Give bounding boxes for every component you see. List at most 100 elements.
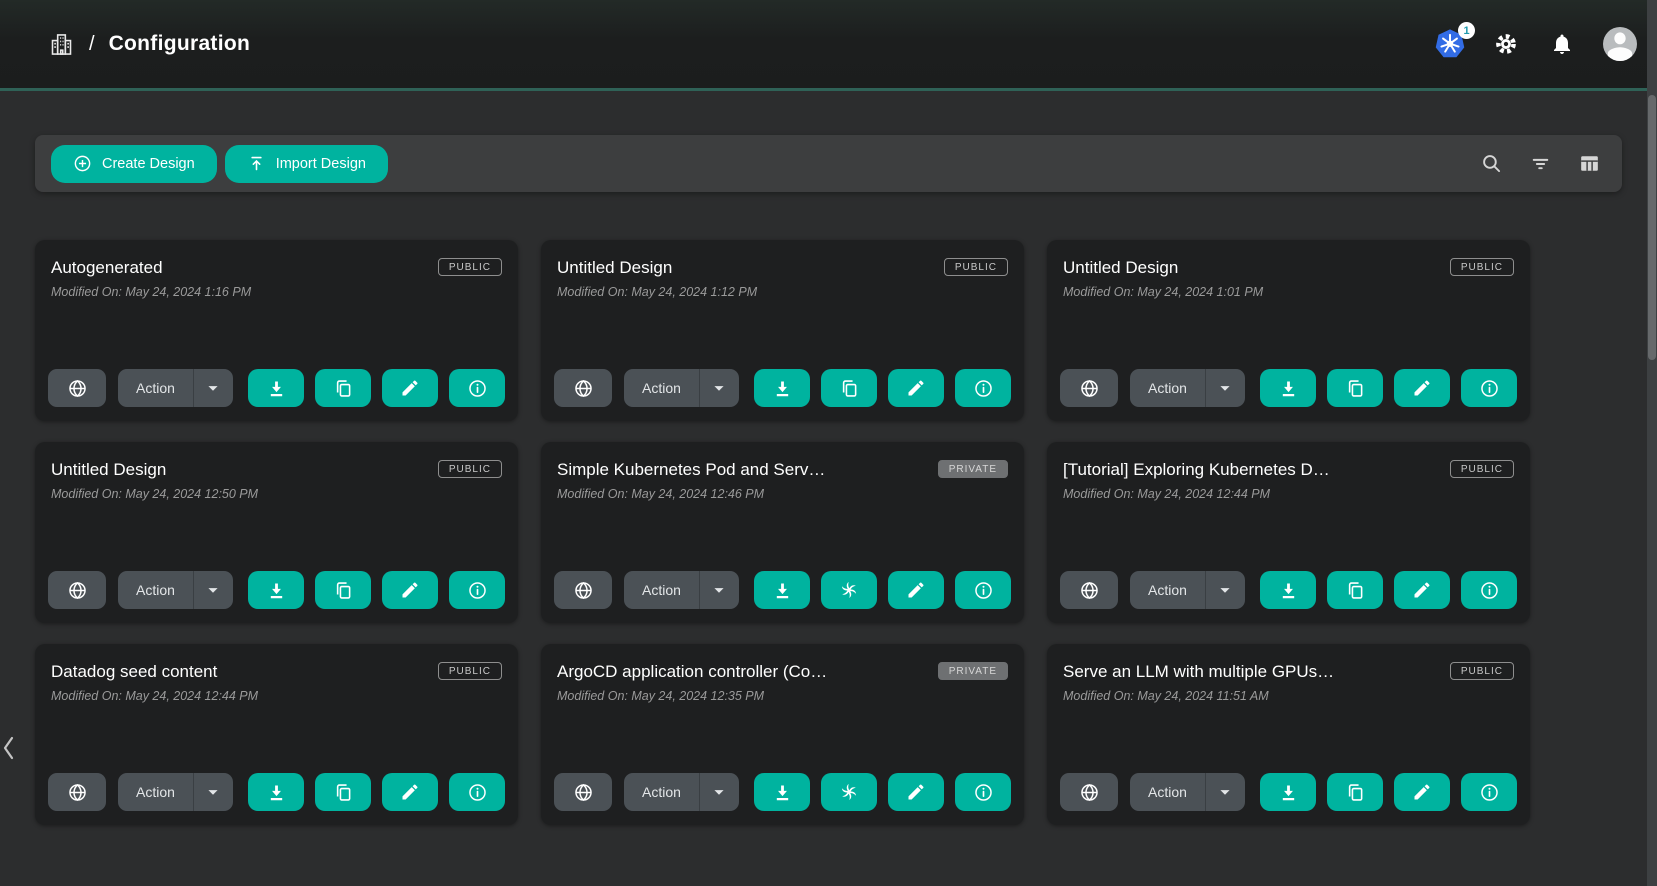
search-button[interactable] — [1476, 149, 1506, 179]
download-button[interactable] — [1260, 773, 1316, 811]
visibility-globe-button[interactable] — [554, 369, 612, 407]
edit-button[interactable] — [382, 571, 438, 609]
visibility-globe-button[interactable] — [48, 571, 106, 609]
edit-button[interactable] — [382, 773, 438, 811]
info-button[interactable] — [449, 571, 505, 609]
chevron-down-icon[interactable] — [194, 369, 233, 407]
modified-on-text: Modified On: May 24, 2024 12:46 PM — [554, 487, 1011, 501]
page-scrollbar[interactable] — [1647, 0, 1657, 886]
action-split-button[interactable]: Action — [118, 571, 233, 609]
scrollbar-thumb[interactable] — [1648, 95, 1656, 360]
globe-icon — [573, 782, 594, 803]
notifications-button[interactable] — [1547, 29, 1577, 59]
design-title: Datadog seed content — [48, 662, 428, 682]
edit-button[interactable] — [888, 773, 944, 811]
download-button[interactable] — [248, 369, 304, 407]
chevron-down-icon[interactable] — [1206, 571, 1245, 609]
action-split-button[interactable]: Action — [1130, 571, 1245, 609]
user-avatar[interactable] — [1603, 27, 1637, 61]
clone-button[interactable] — [315, 571, 371, 609]
action-button[interactable]: Action — [1130, 571, 1206, 609]
action-button[interactable]: Action — [624, 773, 700, 811]
download-icon — [1278, 378, 1299, 399]
info-button[interactable] — [955, 571, 1011, 609]
download-button[interactable] — [754, 369, 810, 407]
chevron-down-icon[interactable] — [700, 773, 739, 811]
clone-button[interactable] — [315, 773, 371, 811]
info-button[interactable] — [1461, 773, 1517, 811]
visibility-globe-button[interactable] — [1060, 773, 1118, 811]
clone-button[interactable] — [821, 369, 877, 407]
download-button[interactable] — [1260, 571, 1316, 609]
settings-button[interactable] — [1491, 29, 1521, 59]
clone-button[interactable] — [821, 571, 877, 609]
action-button[interactable]: Action — [1130, 773, 1206, 811]
clone-button[interactable] — [1327, 369, 1383, 407]
visibility-globe-button[interactable] — [1060, 571, 1118, 609]
visibility-globe-button[interactable] — [48, 773, 106, 811]
visibility-globe-button[interactable] — [48, 369, 106, 407]
clone-button[interactable] — [1327, 773, 1383, 811]
visibility-badge: PRIVATE — [938, 662, 1008, 680]
action-button[interactable]: Action — [1130, 369, 1206, 407]
modified-on-text: Modified On: May 24, 2024 1:12 PM — [554, 285, 1011, 299]
action-split-button[interactable]: Action — [118, 773, 233, 811]
action-split-button[interactable]: Action — [624, 773, 739, 811]
modified-on-text: Modified On: May 24, 2024 12:44 PM — [1060, 487, 1517, 501]
visibility-globe-button[interactable] — [554, 773, 612, 811]
download-button[interactable] — [1260, 369, 1316, 407]
action-split-button[interactable]: Action — [1130, 369, 1245, 407]
create-design-button[interactable]: Create Design — [51, 145, 217, 183]
clone-button[interactable] — [821, 773, 877, 811]
action-split-button[interactable]: Action — [624, 571, 739, 609]
filter-button[interactable] — [1525, 149, 1555, 179]
chevron-down-icon[interactable] — [1206, 369, 1245, 407]
edit-button[interactable] — [1394, 571, 1450, 609]
info-button[interactable] — [1461, 571, 1517, 609]
visibility-globe-button[interactable] — [1060, 369, 1118, 407]
globe-icon — [1079, 580, 1100, 601]
visibility-globe-button[interactable] — [554, 571, 612, 609]
action-button[interactable]: Action — [624, 571, 700, 609]
clone-button[interactable] — [315, 369, 371, 407]
download-button[interactable] — [754, 773, 810, 811]
info-button[interactable] — [955, 369, 1011, 407]
action-button[interactable]: Action — [118, 369, 194, 407]
action-button[interactable]: Action — [118, 571, 194, 609]
clone-button[interactable] — [1327, 571, 1383, 609]
info-button[interactable] — [955, 773, 1011, 811]
modified-on-text: Modified On: May 24, 2024 1:01 PM — [1060, 285, 1517, 299]
download-button[interactable] — [248, 773, 304, 811]
action-button[interactable]: Action — [118, 773, 194, 811]
edit-button[interactable] — [1394, 773, 1450, 811]
design-card: Serve an LLM with multiple GPUs… PUBLIC … — [1047, 644, 1530, 825]
visibility-badge: PUBLIC — [1450, 460, 1514, 478]
chevron-down-icon[interactable] — [1206, 773, 1245, 811]
import-design-button[interactable]: Import Design — [225, 145, 388, 183]
chevron-down-icon[interactable] — [700, 571, 739, 609]
globe-icon — [67, 782, 88, 803]
edit-button[interactable] — [888, 369, 944, 407]
edit-button[interactable] — [1394, 369, 1450, 407]
chevron-down-icon[interactable] — [194, 571, 233, 609]
organization-building-icon[interactable] — [48, 31, 75, 58]
info-icon — [1479, 580, 1500, 601]
action-split-button[interactable]: Action — [1130, 773, 1245, 811]
chevron-down-icon[interactable] — [700, 369, 739, 407]
visibility-badge: PUBLIC — [1450, 258, 1514, 276]
action-split-button[interactable]: Action — [118, 369, 233, 407]
info-button[interactable] — [449, 369, 505, 407]
download-button[interactable] — [754, 571, 810, 609]
table-view-button[interactable] — [1574, 149, 1604, 179]
chevron-down-icon[interactable] — [194, 773, 233, 811]
action-button[interactable]: Action — [624, 369, 700, 407]
download-button[interactable] — [248, 571, 304, 609]
modified-on-text: Modified On: May 24, 2024 12:44 PM — [48, 689, 505, 703]
edit-button[interactable] — [382, 369, 438, 407]
action-split-button[interactable]: Action — [624, 369, 739, 407]
kubernetes-context-button[interactable]: 1 — [1435, 29, 1465, 59]
info-button[interactable] — [449, 773, 505, 811]
info-button[interactable] — [1461, 369, 1517, 407]
edit-button[interactable] — [888, 571, 944, 609]
collapse-drawer-button[interactable] — [1, 733, 21, 763]
